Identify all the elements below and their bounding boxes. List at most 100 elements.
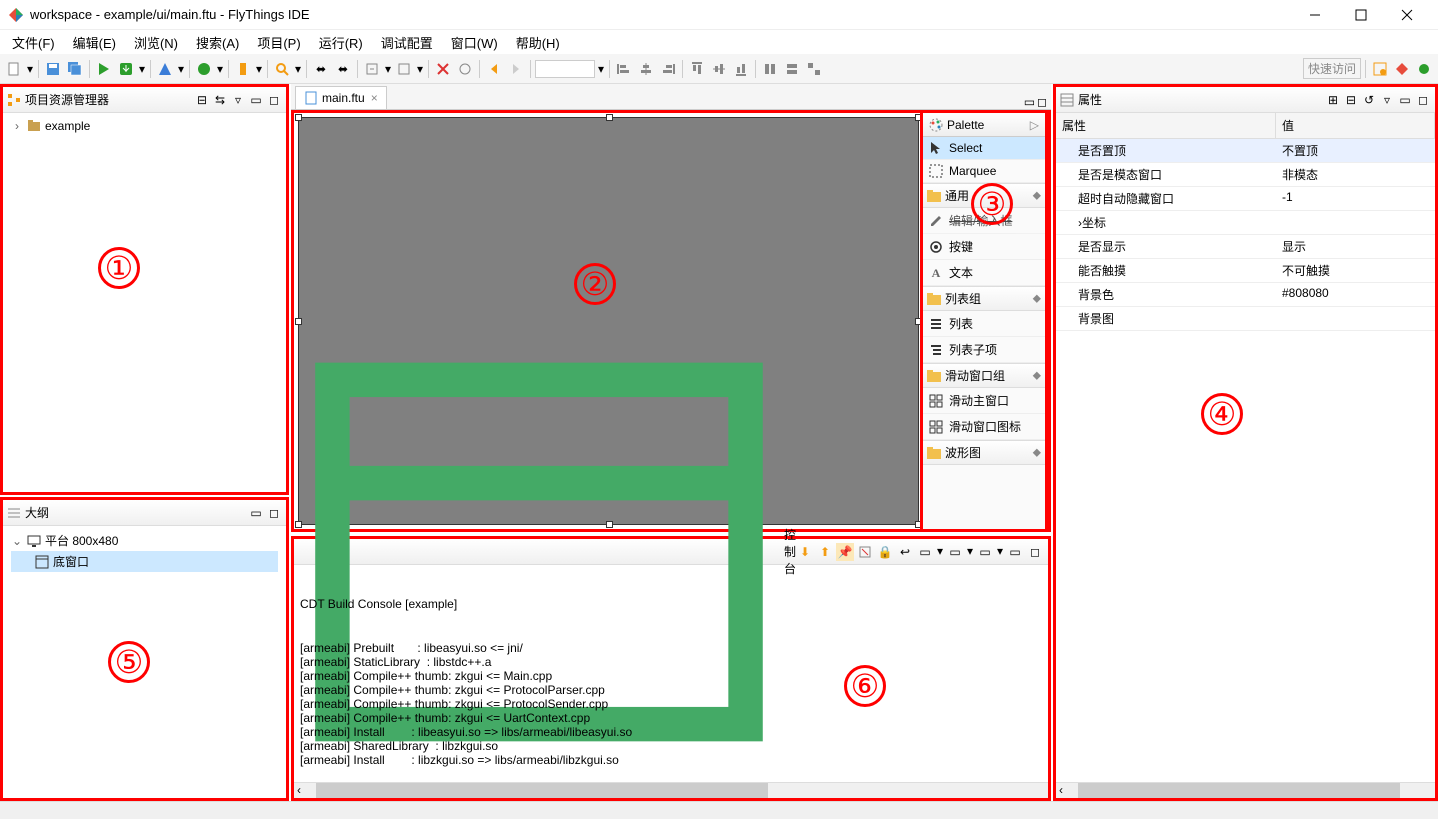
align-middle-icon[interactable] (709, 59, 729, 79)
maximize-panel-icon[interactable]: ◻ (1037, 95, 1047, 109)
palette-edit-input[interactable]: 编辑/输入框 (923, 208, 1045, 234)
menu-debug-config[interactable]: 调试配置 (373, 29, 441, 56)
property-value[interactable]: 不可触摸 (1276, 259, 1435, 282)
maximize-panel-icon[interactable]: ◻ (1026, 543, 1044, 561)
same-size-icon[interactable] (804, 59, 824, 79)
next-annotation-icon[interactable] (362, 59, 382, 79)
minimize-panel-icon[interactable]: ▭ (248, 92, 264, 108)
same-width-icon[interactable] (760, 59, 780, 79)
link-editor-icon[interactable]: ⇆ (212, 92, 228, 108)
palette-group-list[interactable]: 列表组 ⬥ (923, 286, 1045, 311)
minimize-panel-icon[interactable]: ▭ (1397, 92, 1413, 108)
marker-icon[interactable] (155, 59, 175, 79)
prop-col-key[interactable]: 属性 (1056, 113, 1276, 138)
dropdown-icon[interactable]: ▾ (177, 61, 185, 77)
pin-icon[interactable]: 📌 (836, 543, 854, 561)
outline-window-item[interactable]: 底窗口 (11, 551, 278, 572)
down-arrow-icon[interactable]: ⬇ (796, 543, 814, 561)
new-console-icon[interactable]: ▭ (976, 543, 994, 561)
minimize-panel-icon[interactable]: ▭ (1006, 543, 1024, 561)
property-value[interactable]: -1 (1276, 187, 1435, 210)
dropdown-icon[interactable]: ▾ (255, 61, 263, 77)
property-row[interactable]: 背景色#808080 (1056, 283, 1435, 307)
download-icon[interactable] (116, 59, 136, 79)
property-value[interactable]: 显示 (1276, 235, 1435, 258)
flythings-perspective-icon[interactable] (1392, 59, 1412, 79)
menu-search[interactable]: 搜索(A) (188, 29, 247, 56)
property-value[interactable]: 不置顶 (1276, 139, 1435, 162)
flashlight-icon[interactable] (233, 59, 253, 79)
palette-expand-icon[interactable]: ▷ (1030, 118, 1039, 132)
collapse-icon[interactable]: ⌄ (11, 534, 23, 548)
property-value[interactable] (1276, 307, 1435, 330)
align-center-icon[interactable] (636, 59, 656, 79)
align-left-icon[interactable] (614, 59, 634, 79)
prev-edit-icon[interactable]: ⬌ (311, 59, 331, 79)
palette-group-slide[interactable]: 滑动窗口组 ⬥ (923, 363, 1045, 388)
dropdown-icon[interactable]: ▾ (384, 61, 392, 77)
editor-tab-main[interactable]: main.ftu × (295, 86, 387, 109)
property-row[interactable]: 超时自动隐藏窗口-1 (1056, 187, 1435, 211)
menu-edit[interactable]: 编辑(E) (65, 29, 124, 56)
dropdown-icon[interactable]: ▾ (936, 543, 944, 559)
dropdown-icon[interactable]: ▾ (966, 543, 974, 559)
prev-annotation-icon[interactable] (394, 59, 414, 79)
scroll-lock-icon[interactable]: 🔒 (876, 543, 894, 561)
close-button[interactable] (1384, 0, 1430, 30)
menu-window[interactable]: 窗口(W) (443, 29, 506, 56)
console-output[interactable]: CDT Build Console [example] [armeabi] Pr… (294, 565, 1048, 782)
align-top-icon[interactable] (687, 59, 707, 79)
dropdown-icon[interactable]: ▾ (294, 61, 302, 77)
open-console-icon[interactable]: ▭ (946, 543, 964, 561)
palette-marquee-tool[interactable]: Marquee (923, 160, 1045, 183)
globe-icon[interactable] (194, 59, 214, 79)
menu-file[interactable]: 文件(F) (4, 29, 63, 56)
open-perspective-icon[interactable] (1370, 59, 1390, 79)
minimize-button[interactable] (1292, 0, 1338, 30)
palette-list[interactable]: 列表 (923, 311, 1045, 337)
palette-select-tool[interactable]: Select (923, 137, 1045, 160)
next-edit-icon[interactable]: ⬌ (333, 59, 353, 79)
minimize-panel-icon[interactable]: ▭ (248, 505, 264, 521)
collapse-all-icon[interactable]: ⊟ (194, 92, 210, 108)
maximize-panel-icon[interactable]: ◻ (266, 92, 282, 108)
palette-group-wave[interactable]: 波形图 ⬥ (923, 440, 1045, 465)
open-type-icon[interactable] (455, 59, 475, 79)
property-row[interactable]: 能否触摸不可触摸 (1056, 259, 1435, 283)
save-all-icon[interactable] (65, 59, 85, 79)
palette-group-common[interactable]: 通用 ⬥ (923, 183, 1045, 208)
new-icon[interactable] (4, 59, 24, 79)
word-wrap-icon[interactable]: ↩ (896, 543, 914, 561)
dropdown-icon[interactable]: ▾ (26, 61, 34, 77)
zoom-combo[interactable] (535, 60, 595, 78)
project-tree-item[interactable]: › example (11, 117, 278, 135)
categories-icon[interactable]: ⊞ (1325, 92, 1341, 108)
align-bottom-icon[interactable] (731, 59, 751, 79)
align-right-icon[interactable] (658, 59, 678, 79)
dropdown-icon[interactable]: ▾ (597, 61, 605, 77)
maximize-panel-icon[interactable]: ◻ (266, 505, 282, 521)
stop-icon[interactable] (433, 59, 453, 79)
palette-slide-main[interactable]: 滑动主窗口 (923, 388, 1045, 414)
quick-access-field[interactable]: 快速访问 (1303, 58, 1361, 79)
palette-text[interactable]: A 文本 (923, 260, 1045, 286)
property-row[interactable]: 背景图 (1056, 307, 1435, 331)
props-scrollbar[interactable]: ‹ (1056, 782, 1435, 798)
property-value[interactable]: 非模态 (1276, 163, 1435, 186)
dropdown-icon[interactable]: ▾ (416, 61, 424, 77)
property-row[interactable]: 是否显示显示 (1056, 235, 1435, 259)
menu-browse[interactable]: 浏览(N) (126, 29, 186, 56)
property-row[interactable]: 是否置顶不置顶 (1056, 139, 1435, 163)
property-value[interactable] (1276, 211, 1435, 234)
save-icon[interactable] (43, 59, 63, 79)
palette-slide-icon[interactable]: 滑动窗口图标 (923, 414, 1045, 440)
advanced-icon[interactable]: ⊟ (1343, 92, 1359, 108)
palette-list-sub[interactable]: 列表子项 (923, 337, 1045, 363)
search-icon[interactable] (272, 59, 292, 79)
minimize-panel-icon[interactable]: ▭ (1024, 95, 1035, 109)
dropdown-icon[interactable]: ▾ (996, 543, 1004, 559)
console-scrollbar[interactable]: ‹ (294, 782, 1048, 798)
debug-perspective-icon[interactable] (1414, 59, 1434, 79)
expand-icon[interactable]: › (11, 119, 23, 133)
dropdown-icon[interactable]: ▾ (138, 61, 146, 77)
